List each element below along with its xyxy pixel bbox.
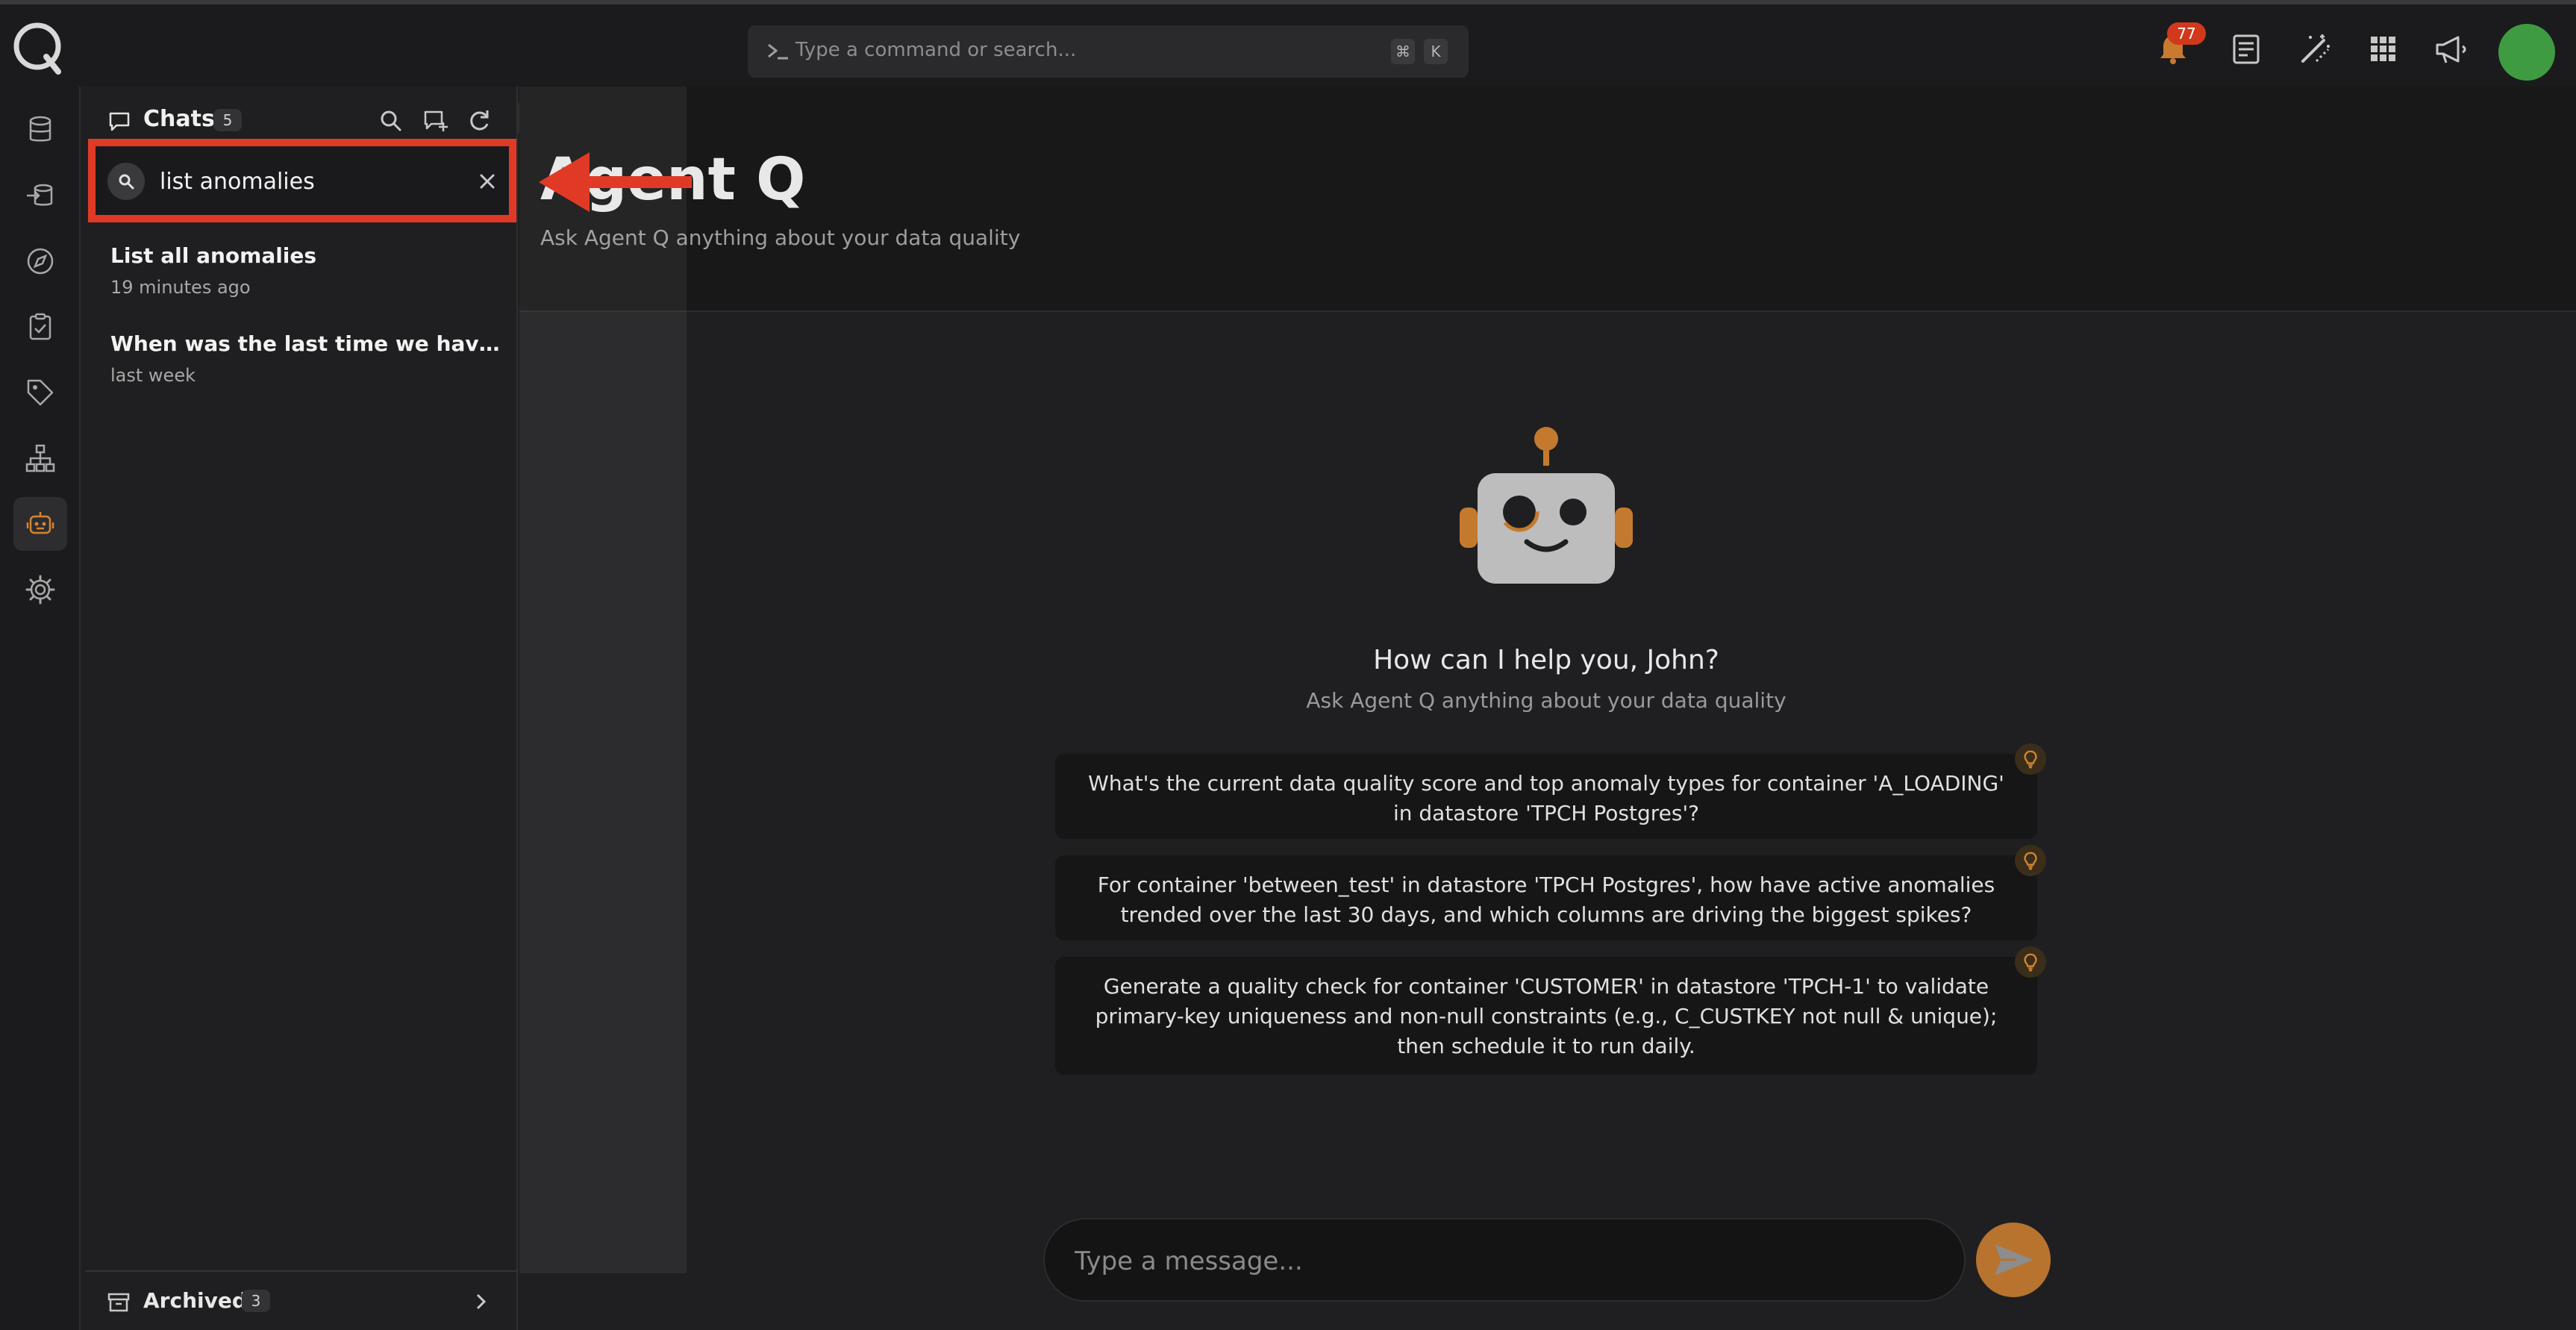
left-nav-rail: [0, 87, 81, 1330]
send-icon: [1995, 1244, 2033, 1276]
message-composer: [1043, 1218, 1966, 1302]
chat-list-item[interactable]: List all anomalies 19 minutes ago: [110, 243, 506, 298]
chats-title: Chats: [143, 106, 215, 132]
nav-agent-q[interactable]: [13, 497, 67, 551]
hierarchy-icon: [25, 444, 55, 472]
top-bar: Type a command or search... ⌘ K 77: [0, 0, 2576, 87]
lightbulb-icon: [2015, 845, 2046, 876]
chat-sidebar: Chats 5 list anomalies List all anomalie…: [85, 87, 518, 1330]
gear-icon: [25, 575, 55, 605]
chat-title: When was the last time we have an ...: [110, 331, 506, 356]
greeting-heading: How can I help you, John?: [1373, 645, 1719, 675]
grid-icon[interactable]: [2364, 30, 2403, 69]
search-icon: [119, 174, 134, 190]
notification-badge: 77: [2167, 22, 2206, 45]
chat-bubble-icon: [109, 112, 130, 131]
terminal-prompt-icon: [768, 43, 788, 60]
greeting-subtitle: Ask Agent Q anything about your data qua…: [1306, 688, 1786, 713]
command-search[interactable]: Type a command or search... ⌘ K: [748, 25, 1469, 78]
chat-time: last week: [110, 365, 196, 386]
nav-checks[interactable]: [13, 300, 67, 354]
new-chat-icon: [424, 110, 448, 131]
nav-flows[interactable]: [13, 169, 67, 222]
refresh-icon: [470, 110, 489, 131]
checklist-icon: [29, 313, 51, 340]
message-input[interactable]: [1075, 1240, 1895, 1282]
nav-tags[interactable]: [13, 366, 67, 419]
chat-time: 19 minutes ago: [110, 277, 251, 298]
suggestion-card[interactable]: For container 'between_test' in datastor…: [1055, 855, 2037, 940]
user-avatar[interactable]: [2498, 24, 2555, 81]
inbound-icon: [27, 184, 53, 206]
lightbulb-icon: [2015, 743, 2046, 775]
chat-title: List all anomalies: [110, 243, 317, 268]
nav-hierarchy[interactable]: [13, 431, 67, 485]
lightbulb-icon: [2015, 946, 2046, 978]
main-header: Agent Q Ask Agent Q anything about your …: [519, 87, 2576, 312]
robot-icon: [26, 512, 54, 534]
new-chat-button[interactable]: [418, 103, 454, 139]
chevron-right-icon: [476, 1293, 487, 1310]
search-field-icon: [107, 163, 145, 200]
archived-label: Archived: [143, 1288, 247, 1313]
suggestion-card[interactable]: What's the current data quality score an…: [1055, 754, 2037, 839]
megaphone-icon[interactable]: [2431, 30, 2470, 69]
tag-icon: [27, 379, 54, 406]
chats-count-badge: 5: [213, 109, 242, 131]
nav-explore[interactable]: [13, 234, 67, 288]
chat-search-box: [88, 139, 516, 222]
shortcut-key-k: K: [1424, 39, 1448, 64]
search-icon: [381, 110, 401, 131]
send-button[interactable]: [1976, 1223, 2051, 1297]
nav-settings[interactable]: [13, 563, 67, 616]
database-icon: [29, 116, 51, 142]
agent-robot-icon: [1460, 427, 1633, 584]
document-icon[interactable]: [2227, 30, 2266, 69]
clear-search-button[interactable]: [470, 164, 504, 199]
search-chats-button[interactable]: [373, 103, 409, 139]
annotation-arrow-icon: [539, 152, 692, 212]
nav-datastores[interactable]: [13, 103, 67, 157]
app-logo-icon[interactable]: [10, 19, 67, 76]
archive-icon: [107, 1293, 130, 1312]
archived-section[interactable]: Archived 3: [85, 1270, 518, 1330]
sidebar-shadow-overlay: [519, 87, 687, 1273]
shortcut-key-cmd: ⌘: [1391, 39, 1415, 64]
chat-list-item[interactable]: When was the last time we have an ... la…: [110, 331, 506, 386]
compass-icon: [27, 248, 54, 275]
archived-count-badge: 3: [242, 1290, 270, 1312]
refresh-chats-button[interactable]: [461, 103, 497, 139]
chat-search-input[interactable]: [160, 160, 443, 203]
wand-icon[interactable]: [2295, 30, 2334, 69]
suggestion-card[interactable]: Generate a quality check for container '…: [1055, 957, 2037, 1075]
command-placeholder: Type a command or search...: [795, 39, 1077, 61]
close-icon: [480, 174, 495, 189]
